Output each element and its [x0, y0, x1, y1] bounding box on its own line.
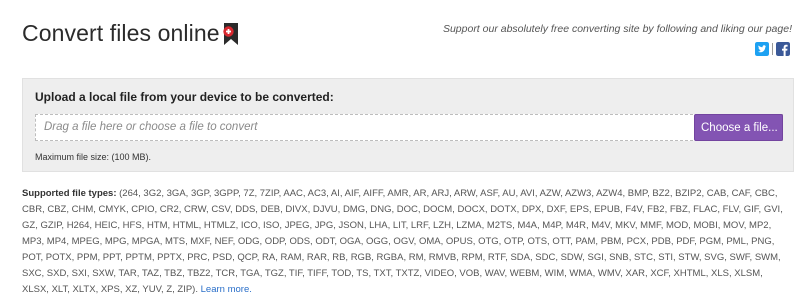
supported-file-types: Supported file types: (264, 3G2, 3GA, 3G…: [22, 186, 790, 298]
social-separator: [772, 43, 773, 55]
choose-file-button[interactable]: Choose a file...: [694, 114, 783, 141]
upload-heading: Upload a local file from your device to …: [35, 90, 334, 104]
convert-logo-icon: [223, 23, 238, 45]
upload-panel: Upload a local file from your device to …: [22, 78, 794, 172]
page-title: Convert files online: [22, 20, 220, 46]
max-file-size-note: Maximum file size: (100 MB).: [35, 152, 152, 162]
social-links: [755, 42, 790, 56]
support-text: Support our absolutely free converting s…: [442, 23, 792, 35]
learn-more-link[interactable]: Learn more.: [201, 284, 252, 295]
file-drop-zone[interactable]: Drag a file here or choose a file to con…: [35, 114, 783, 141]
twitter-icon[interactable]: [755, 42, 769, 56]
facebook-icon[interactable]: [776, 42, 790, 56]
supported-types-label: Supported file types:: [22, 188, 117, 199]
drop-zone-placeholder: Drag a file here or choose a file to con…: [44, 121, 258, 133]
supported-types-list: (264, 3G2, 3GA, 3GP, 3GPP, 7Z, 7ZIP, AAC…: [22, 188, 783, 295]
